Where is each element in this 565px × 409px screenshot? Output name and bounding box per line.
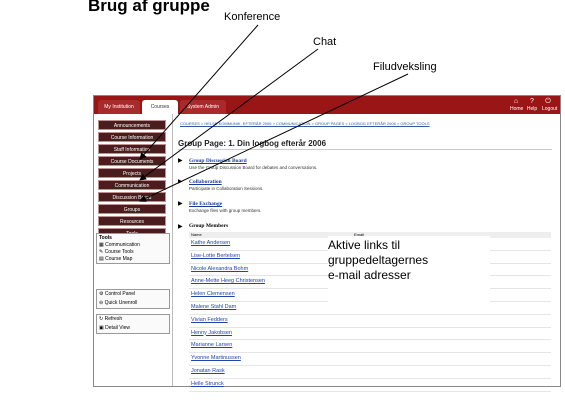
collaboration-link[interactable]: Collaboration <box>189 179 222 185</box>
annotation-line: Aktive links til <box>328 238 401 252</box>
top-icon-group: ⌂ Home ? Help ⏻ Logout <box>510 98 557 112</box>
sidebar-item-groups[interactable]: Groups <box>98 204 166 214</box>
annotation-note: Aktive links til gruppedeltagernes e-mai… <box>328 236 490 302</box>
callout-konference: Konference <box>224 11 281 23</box>
file-exchange-link[interactable]: File Exchange <box>189 201 222 207</box>
course-menu: Announcements Course Information Staff I… <box>98 120 166 240</box>
annotation-line: e-mail adresser <box>328 268 411 282</box>
bullet-arrow-icon: ▶ <box>178 158 183 164</box>
top-navigation-bar: My Institution Courses System Admin ⌂ Hom… <box>94 96 560 114</box>
title-divider <box>178 149 552 150</box>
table-row: Vivian Fedders <box>189 315 551 328</box>
table-row: Helle Strunck <box>189 379 551 392</box>
page-title: Group Page: 1. Din logbog efterår 2006 <box>178 139 327 148</box>
member-email-link[interactable]: Yvonne Martinussen <box>191 355 241 361</box>
file-exchange-desc: Exchange files with group members. <box>189 208 262 213</box>
slide-title: Brug af gruppe <box>88 0 210 15</box>
quick-unenroll-link[interactable]: ⊖ Quick Unenroll <box>97 299 169 308</box>
tools-course-map-link[interactable]: ▤ Course Map <box>97 256 169 263</box>
group-discussion-board-link[interactable]: Group Discussion Board <box>189 158 247 164</box>
bullet-arrow-icon: ▶ <box>178 224 183 230</box>
callout-chat: Chat <box>313 36 337 48</box>
tools-panel-title: Tools <box>99 235 112 241</box>
refresh-link[interactable]: ↻ Refresh <box>97 315 169 324</box>
group-members-header: Group Members <box>189 223 229 229</box>
bullet-arrow-icon: ▶ <box>178 201 183 207</box>
member-email-link[interactable]: Nicole Alexandra Bohm <box>191 266 248 272</box>
member-email-link[interactable]: Jonatan Rask <box>191 368 225 374</box>
table-row: Jonatan Rask <box>189 366 551 379</box>
sidebar-item-communication[interactable]: Communication <box>98 180 166 190</box>
member-email-link[interactable]: Helle Strunck <box>191 381 224 387</box>
sidebar-item-course-documents[interactable]: Course Documents <box>98 156 166 166</box>
sidebar-item-discussion-board[interactable]: Discussion Board <box>98 192 166 202</box>
browser-frame: My Institution Courses System Admin ⌂ Hom… <box>93 95 561 392</box>
breadcrumb[interactable]: COURSES > HELSE KOMMUNIK. EFTERÅR 2006 >… <box>180 121 430 126</box>
tools-communication-link[interactable]: ▦ Communication <box>97 242 169 249</box>
tab-my-institution[interactable]: My Institution <box>98 100 140 114</box>
view-options-box: ↻ Refresh ▣ Detail View <box>96 314 170 334</box>
member-email-link[interactable]: Anne-Mette Heeg Christensen <box>191 278 265 284</box>
course-sidebar: Announcements Course Information Staff I… <box>94 114 173 386</box>
control-panel-link[interactable]: ⚙ Control Panel <box>97 290 169 299</box>
sidebar-item-projects[interactable]: Projects <box>98 168 166 178</box>
help-icon[interactable]: ? Help <box>526 98 538 112</box>
table-row: Yvonne Martinussen <box>189 353 551 366</box>
collaboration-desc: Participate in Collaboration Sessions. <box>189 186 264 191</box>
member-email-link[interactable]: Vivian Fedders <box>191 317 228 323</box>
tab-courses[interactable]: Courses <box>142 100 178 114</box>
callout-filudveksling: Filudveksling <box>373 61 437 73</box>
member-email-link[interactable]: Malene Stahl Dam <box>191 304 236 310</box>
table-row: Malene Stahl Dam <box>189 302 551 315</box>
member-email-link[interactable]: Helen Clemensen <box>191 291 235 297</box>
member-email-link[interactable]: Kathe Andersen <box>191 240 230 246</box>
group-discussion-board-desc: Use the Group Discussion Board for debat… <box>189 165 318 170</box>
member-email-link[interactable]: Lise-Lotte Bertelsen <box>191 253 240 259</box>
member-email-link[interactable]: Marianne Larsen <box>191 342 232 348</box>
tools-panel: Tools ▦ Communication ✎ Course Tools ▤ C… <box>96 233 170 264</box>
sidebar-item-course-information[interactable]: Course Information <box>98 132 166 142</box>
sidebar-item-resources[interactable]: Resources <box>98 216 166 226</box>
sidebar-item-announcements[interactable]: Announcements <box>98 120 166 130</box>
control-panel-box: ⚙ Control Panel ⊖ Quick Unenroll <box>96 289 170 309</box>
home-icon[interactable]: ⌂ Home <box>510 98 523 112</box>
detail-view-link[interactable]: ▣ Detail View <box>97 324 169 333</box>
table-row: Marianne Larsen <box>189 340 551 354</box>
sidebar-item-staff-information[interactable]: Staff Information <box>98 144 166 154</box>
member-email-link[interactable]: Henny Jakobsen <box>191 330 232 336</box>
tools-course-tools-link[interactable]: ✎ Course Tools <box>97 249 169 256</box>
bullet-arrow-icon: ▶ <box>178 179 183 185</box>
logout-icon[interactable]: ⏻ Logout <box>542 98 557 112</box>
annotation-line: gruppedeltagernes <box>328 253 429 267</box>
tab-system-admin[interactable]: System Admin <box>180 100 226 114</box>
table-row: Henny Jakobsen <box>189 328 551 341</box>
